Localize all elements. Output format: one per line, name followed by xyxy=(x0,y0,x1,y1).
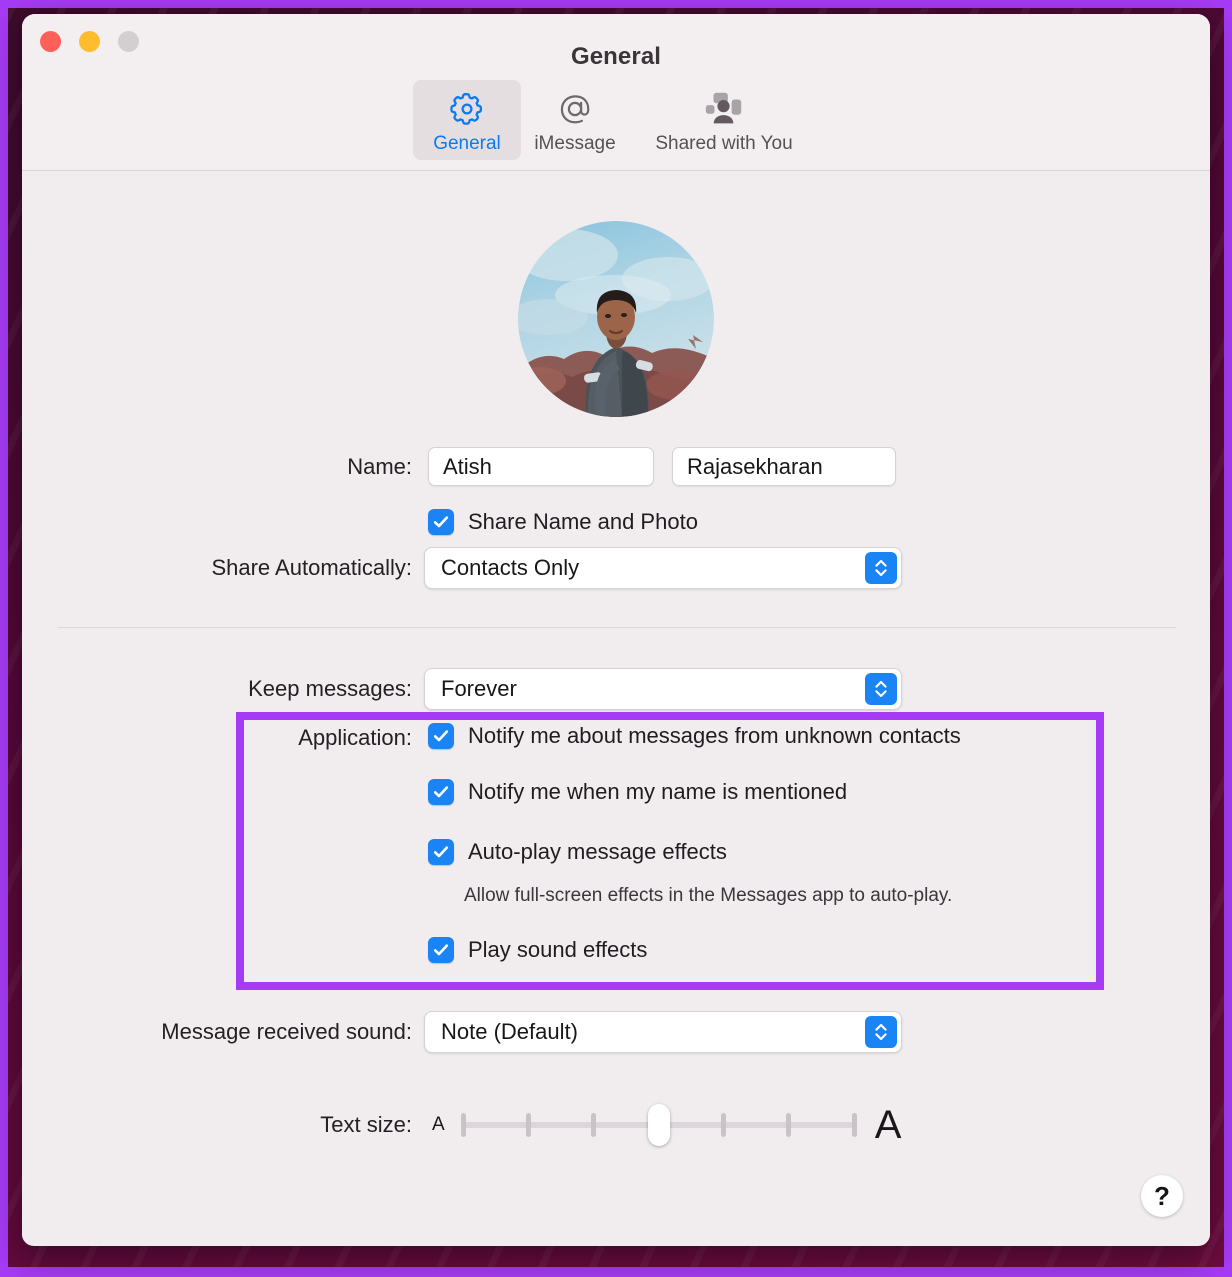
message-received-sound-label: Message received sound: xyxy=(161,1019,412,1044)
keep-messages-label: Keep messages: xyxy=(248,676,412,701)
share-name-photo-label: Share Name and Photo xyxy=(468,509,698,534)
slider-tick xyxy=(590,1113,596,1137)
help-button[interactable]: ? xyxy=(1141,1175,1183,1217)
avatar[interactable] xyxy=(518,221,714,417)
shared-with-you-icon xyxy=(701,88,747,130)
share-automatically-label: Share Automatically: xyxy=(211,555,412,580)
chevron-updown-icon xyxy=(865,673,897,705)
tab-general[interactable]: General xyxy=(413,80,521,160)
messages-settings-window: General General iMessage Shared with You… xyxy=(22,14,1210,1246)
text-size-row: Text size: A A xyxy=(22,1103,1210,1147)
settings-content: Name: Atish Rajasekharan Share Name and … xyxy=(22,171,1210,1245)
share-name-photo-checkbox[interactable] xyxy=(428,509,454,535)
text-size-slider-thumb[interactable] xyxy=(647,1104,670,1146)
text-size-large-glyph: A xyxy=(874,1103,902,1147)
notify-unknown-contacts-checkbox[interactable] xyxy=(428,723,454,749)
slider-tick xyxy=(851,1113,857,1137)
play-sound-effects-checkbox[interactable] xyxy=(428,937,454,963)
settings-tab-bar: General iMessage Shared with You xyxy=(22,80,1210,160)
share-automatically-row: Share Automatically: Contacts Only xyxy=(22,547,1210,589)
tab-imessage[interactable]: iMessage xyxy=(521,80,629,160)
name-label: Name: xyxy=(347,453,412,479)
tab-shared-with-you[interactable]: Shared with You xyxy=(629,80,819,160)
notify-unknown-contacts-row[interactable]: Notify me about messages from unknown co… xyxy=(428,723,961,749)
slider-tick xyxy=(460,1113,466,1137)
screen-frame: General General iMessage Shared with You… xyxy=(0,0,1232,1277)
notify-name-mentioned-row[interactable]: Notify me when my name is mentioned xyxy=(428,779,847,805)
page-title: General xyxy=(570,43,662,70)
gear-icon xyxy=(446,88,488,130)
tab-shared-with-you-label: Shared with You xyxy=(655,133,793,154)
notify-name-mentioned-checkbox[interactable] xyxy=(428,779,454,805)
notify-name-mentioned-label: Notify me when my name is mentioned xyxy=(468,779,848,804)
text-size-label: Text size: xyxy=(320,1112,412,1137)
auto-play-effects-hint: Allow full-screen effects in the Message… xyxy=(464,885,953,906)
tab-general-label: General xyxy=(433,133,501,154)
first-name-field[interactable]: Atish xyxy=(428,447,654,486)
auto-play-effects-row[interactable]: Auto-play message effects xyxy=(428,839,727,865)
message-received-sound-row: Message received sound: Note (Default) xyxy=(22,1011,1210,1053)
slider-tick xyxy=(525,1113,531,1137)
chevron-updown-icon xyxy=(865,1016,897,1048)
text-size-slider[interactable] xyxy=(460,1104,857,1146)
slider-tick xyxy=(720,1113,726,1137)
play-sound-effects-label: Play sound effects xyxy=(468,937,648,962)
chevron-updown-icon xyxy=(865,552,897,584)
slider-tick xyxy=(785,1113,791,1137)
text-size-small-glyph: A xyxy=(432,1114,445,1135)
tab-imessage-label: iMessage xyxy=(534,133,616,154)
section-divider xyxy=(58,627,1176,628)
play-sound-effects-row[interactable]: Play sound effects xyxy=(428,937,647,963)
auto-play-effects-checkbox[interactable] xyxy=(428,839,454,865)
keep-messages-row: Keep messages: Forever xyxy=(22,668,1210,710)
notify-unknown-contacts-label: Notify me about messages from unknown co… xyxy=(468,723,961,748)
name-row: Name: Atish Rajasekharan xyxy=(22,447,1210,486)
keep-messages-select[interactable]: Forever xyxy=(424,668,902,710)
message-received-sound-select[interactable]: Note (Default) xyxy=(424,1011,902,1053)
window-titlebar: General General iMessage Shared with You xyxy=(22,14,1210,171)
keep-messages-value: Forever xyxy=(441,676,517,701)
at-sign-icon xyxy=(554,88,596,130)
message-received-sound-value: Note (Default) xyxy=(441,1019,578,1044)
share-name-photo-row[interactable]: Share Name and Photo xyxy=(428,509,698,535)
share-automatically-value: Contacts Only xyxy=(441,555,580,580)
auto-play-effects-label: Auto-play message effects xyxy=(468,839,727,864)
application-label: Application: xyxy=(298,725,412,750)
last-name-field[interactable]: Rajasekharan xyxy=(672,447,896,486)
share-automatically-select[interactable]: Contacts Only xyxy=(424,547,902,589)
